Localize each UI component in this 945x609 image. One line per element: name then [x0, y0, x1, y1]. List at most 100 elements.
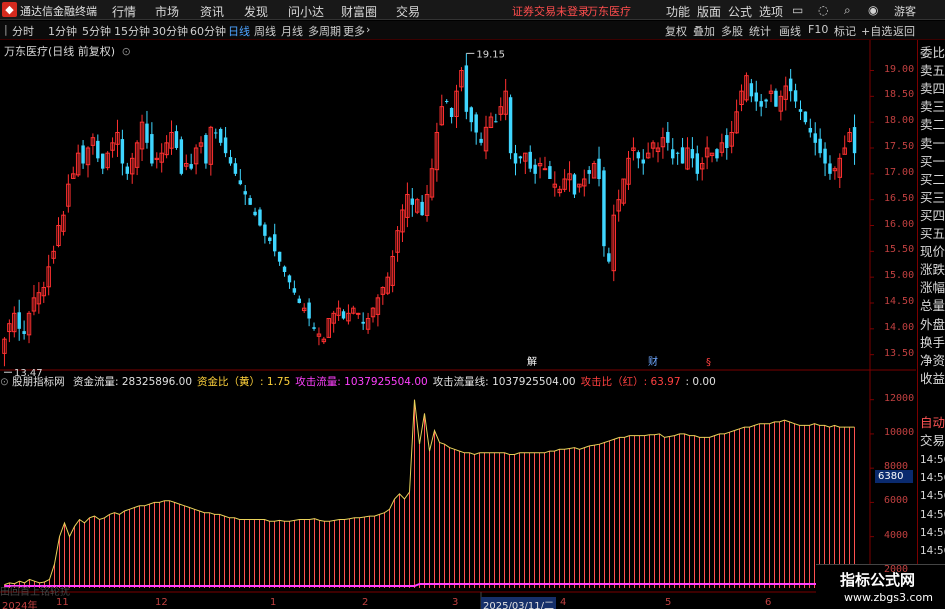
trade-time: 14:56: [920, 508, 945, 521]
candle-body: [754, 92, 758, 102]
menu-item-ask[interactable]: 问小达: [288, 3, 324, 20]
trade-time: 14:56: [920, 545, 945, 558]
multi-stock-button[interactable]: 多股: [721, 23, 743, 39]
skin-icon[interactable]: ◌: [818, 3, 828, 17]
candle-body: [287, 275, 292, 283]
candle-body: [764, 99, 768, 102]
price-axis-tick: 18.00: [884, 115, 915, 127]
candle-body: [636, 152, 641, 159]
menu-item-trade[interactable]: 交易: [396, 3, 420, 20]
menu-item-formula[interactable]: 公式: [728, 3, 752, 20]
event-marker: 解: [527, 355, 537, 368]
add-favorite-button[interactable]: +自选: [861, 23, 892, 39]
candle-body: [17, 312, 21, 329]
user-icon[interactable]: ◉: [868, 3, 878, 17]
draw-button[interactable]: 画线: [779, 23, 801, 39]
candle-body: [813, 133, 817, 143]
candle-body: [788, 78, 793, 92]
trade-time: 14:56: [920, 490, 945, 503]
chart-canvas[interactable]: 19.1513.47解财 §: [0, 40, 945, 609]
candle-body: [641, 159, 645, 164]
search-icon[interactable]: ⌕: [844, 3, 851, 18]
tab-15min[interactable]: 15分钟: [114, 23, 150, 39]
tab-intraday[interactable]: 分时: [12, 23, 34, 39]
candle-body: [174, 131, 179, 148]
tab-5min[interactable]: 5分钟: [82, 23, 111, 39]
tab-more[interactable]: 更多: [343, 23, 365, 39]
indicator-field: 攻击流量: 1037925504.00: [295, 376, 428, 388]
menu-item-functions[interactable]: 功能: [666, 3, 690, 20]
candle-body: [572, 174, 577, 195]
event-marker: 财: [648, 355, 658, 368]
statistics-button[interactable]: 统计: [749, 23, 771, 39]
menu-item-market[interactable]: 行情: [112, 3, 136, 20]
message-icon[interactable]: ▭: [792, 3, 803, 17]
dropdown-icon[interactable]: ⊙: [122, 45, 131, 58]
menu-item-options[interactable]: 选项: [759, 3, 783, 20]
indicator-field: 资金流量: 28325896.00: [73, 376, 193, 388]
auto-trade-label[interactable]: 自动: [920, 414, 945, 432]
candle-body: [410, 198, 415, 205]
mark-button[interactable]: 标记: [834, 23, 856, 39]
tab-1min[interactable]: 1分钟: [48, 23, 77, 39]
watermark: 指标公式网 www.zbgs3.com: [816, 564, 945, 609]
candle-body: [233, 163, 238, 174]
period-toolbar: | 分时 1分钟 5分钟 15分钟 30分钟 60分钟 日线 周线 月线 多周期…: [0, 21, 945, 40]
guest-label[interactable]: 游客: [894, 3, 916, 19]
indicator-name[interactable]: 股朋指标网: [12, 376, 65, 388]
back-button[interactable]: 返回: [893, 23, 915, 39]
tab-30min[interactable]: 30分钟: [152, 23, 188, 39]
chart-area[interactable]: 19.15 13.47 解财 §: [0, 40, 945, 609]
candle-body: [81, 145, 85, 164]
indicator-pane-title: ⊙ 股朋指标网 资金流量: 28325896.00 资金比（黄）: 1.75 攻击流…: [0, 374, 716, 389]
overlay-button[interactable]: 叠加: [693, 23, 715, 39]
price-pane-title-text: 万东医疗(日线 前复权): [4, 45, 116, 58]
candle-body: [808, 127, 813, 133]
candle-body: [238, 180, 243, 185]
f10-button[interactable]: F10: [808, 23, 828, 36]
tab-daily[interactable]: 日线: [228, 23, 250, 39]
menu-item-wealth[interactable]: 财富圈: [341, 3, 377, 20]
x-axis-tick: 3: [452, 597, 459, 608]
tab-weekly[interactable]: 周线: [254, 23, 276, 39]
candle-body: [597, 158, 601, 179]
menu-item-news[interactable]: 资讯: [200, 3, 224, 20]
watermark-url: www.zbgs3.com: [844, 591, 933, 604]
candle-body: [243, 191, 247, 195]
candle-body: [675, 152, 680, 154]
tab-60min[interactable]: 60分钟: [190, 23, 226, 39]
candle-body: [125, 166, 130, 174]
quote-field-label: 卖一: [920, 135, 945, 151]
candle-body: [228, 157, 233, 164]
menu-item-layout[interactable]: 版面: [697, 3, 721, 20]
price-axis-tick: 16.00: [884, 218, 915, 230]
tab-multi-period[interactable]: 多周期: [308, 23, 341, 39]
price-axis-tick: 14.50: [884, 296, 915, 307]
candle-body: [204, 134, 208, 164]
indicator-menu-icon[interactable]: ⊙: [0, 376, 9, 388]
indicator-axis-tick: 12000: [884, 392, 915, 404]
tab-monthly[interactable]: 月线: [281, 23, 303, 39]
menu-item-exchange[interactable]: 市场: [155, 3, 179, 20]
login-notice[interactable]: 证券交易未登录: [512, 3, 589, 19]
menu-item-discover[interactable]: 发现: [244, 3, 268, 20]
candle-body: [464, 65, 469, 112]
price-axis-tick: 15.00: [884, 270, 915, 282]
candle-body: [282, 266, 287, 272]
x-axis-tick: 6: [765, 597, 772, 608]
toolbar-menu-icon[interactable]: |: [4, 23, 8, 36]
candle-body: [120, 139, 125, 164]
candle-body: [508, 97, 513, 154]
candle-body: [449, 107, 454, 117]
candle-body: [101, 153, 105, 169]
adjust-button[interactable]: 复权: [665, 23, 687, 39]
candle-body: [312, 327, 316, 329]
chevron-right-icon[interactable]: ›: [366, 23, 370, 36]
x-axis-tick: 2: [362, 597, 369, 608]
bottom-left-tools[interactable]: 田回首上铭轮扰: [0, 583, 70, 598]
high-price-label: 19.15: [476, 49, 505, 60]
candle-body: [671, 149, 675, 159]
x-axis-tick: 11: [56, 597, 69, 608]
candle-body: [420, 201, 424, 216]
quote-field-label: 买三: [920, 189, 945, 205]
